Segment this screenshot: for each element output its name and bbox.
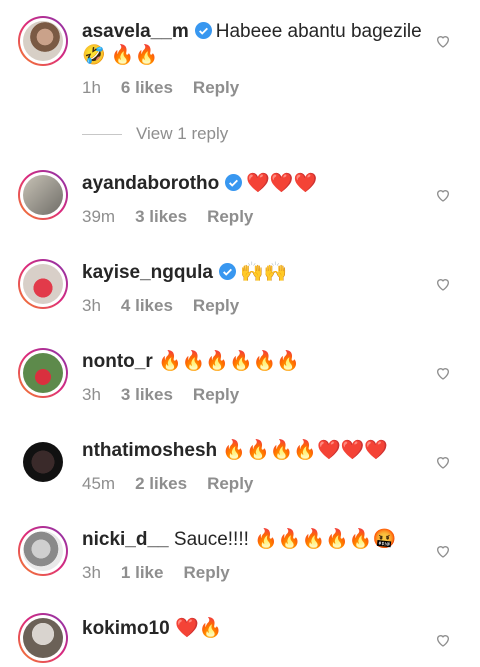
timestamp: 3h [82,563,101,582]
username[interactable]: kokimo10 [82,618,170,639]
comment-body: nthatimoshesh 🔥🔥🔥🔥❤️❤️❤️ [82,439,428,463]
like-heart-icon[interactable] [435,187,451,203]
likes-count[interactable]: 3 likes [135,207,187,226]
likes-count[interactable]: 6 likes [121,78,173,97]
reply-button[interactable]: Reply [193,78,239,97]
timestamp: 45m [82,474,116,493]
comment-body: kokimo10 ❤️🔥 [82,617,428,641]
like-heart-icon[interactable] [435,454,451,470]
reply-button[interactable]: Reply [193,296,239,315]
likes-count[interactable]: 1 like [121,563,164,582]
avatar[interactable] [18,259,68,309]
username[interactable]: kayise_ngqula [82,262,213,283]
like-heart-icon[interactable] [435,365,451,381]
like-heart-icon[interactable] [435,33,451,49]
likes-count[interactable]: 2 likes [135,474,187,493]
comment-meta: 45m 2 likes Reply [82,474,273,494]
reply-button[interactable]: Reply [207,474,253,493]
avatar[interactable] [18,437,68,487]
view-replies-link[interactable]: View 1 reply [82,124,228,144]
comment-text: ❤️🔥 [174,618,223,639]
likes-count[interactable]: 3 likes [121,385,173,404]
verified-badge-icon [194,22,212,39]
comment-text: 🔥🔥🔥🔥🔥🔥 [158,351,300,372]
divider-line [82,134,122,136]
comment-meta: 39m 3 likes Reply [82,207,273,227]
avatar[interactable] [18,16,68,66]
reply-button[interactable]: Reply [193,385,239,404]
comment-text: 🔥🔥🔥🔥❤️❤️❤️ [222,440,389,461]
comment-body: nonto_r 🔥🔥🔥🔥🔥🔥 [82,350,428,374]
comment-meta: 3h 1 like Reply [82,563,250,583]
comment-body: ayandaborotho ❤️❤️❤️ [82,172,428,196]
comment-text: 🙌🙌 [239,262,288,283]
timestamp: 39m [82,207,116,226]
timestamp: 3h [82,385,101,404]
like-heart-icon[interactable] [435,632,451,648]
username[interactable]: nthatimoshesh [82,440,217,461]
comment-body: nicki_d__ Sauce!!!! 🔥🔥🔥🔥🔥🤬 [82,528,428,552]
comment-meta: 3h 3 likes Reply [82,385,259,405]
username[interactable]: nicki_d__ [82,529,169,550]
comment-body: asavela__m Habeee abantu bagezile 🤣 🔥🔥 [82,20,428,68]
comment-text: Sauce!!!! 🔥🔥🔥🔥🔥🤬 [173,529,397,550]
timestamp: 3h [82,296,101,315]
avatar[interactable] [18,613,68,663]
avatar[interactable] [18,170,68,220]
username[interactable]: asavela__m [82,21,189,42]
timestamp: 1h [82,78,101,97]
like-heart-icon[interactable] [435,276,451,292]
likes-count[interactable]: 4 likes [121,296,173,315]
comment-meta: 1h 6 likes Reply [82,78,259,98]
comment-meta: 3h 4 likes Reply [82,296,259,316]
username[interactable]: nonto_r [82,351,153,372]
comment-body: kayise_ngqula 🙌🙌 [82,261,428,285]
comment-text: ❤️❤️❤️ [246,173,318,194]
reply-button[interactable]: Reply [183,563,229,582]
avatar[interactable] [18,348,68,398]
verified-badge-icon [225,174,243,191]
reply-button[interactable]: Reply [207,207,253,226]
username[interactable]: ayandaborotho [82,173,219,194]
like-heart-icon[interactable] [435,543,451,559]
verified-badge-icon [218,263,236,280]
avatar[interactable] [18,526,68,576]
